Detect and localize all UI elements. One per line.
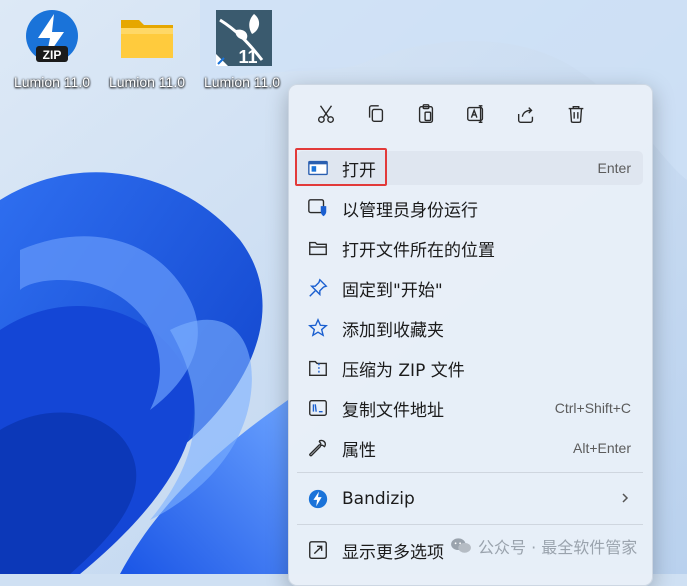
copy-icon (368, 105, 384, 123)
menu-item-shortcut: Alt+Enter (573, 440, 631, 456)
paste-icon (418, 104, 434, 123)
watermark: 公众号 · 最全软件管家 (450, 534, 637, 558)
menu-item-open-file-location[interactable]: 打开文件所在的位置 (297, 231, 643, 265)
cut-button[interactable] (301, 99, 351, 129)
menu-item-label: 打开文件所在的位置 (342, 240, 495, 261)
more-options-icon (306, 538, 330, 562)
wrench-icon (306, 436, 330, 460)
menu-item-label: 复制文件地址 (342, 400, 444, 421)
zip-badge-text: ZIP (43, 48, 62, 62)
desktop-icon-lumion-folder[interactable]: Lumion 11.0 (99, 8, 195, 90)
menu-separator (297, 472, 643, 473)
rename-icon (467, 105, 484, 123)
menu-item-label: 以管理员身份运行 (342, 200, 478, 221)
menu-item-add-to-favorites[interactable]: 添加到收藏夹 (297, 311, 643, 345)
copy-button[interactable] (351, 99, 401, 129)
desktop-icon-lumion-app[interactable]: 11 Lumion 11.0 (194, 8, 290, 90)
menu-item-pin-to-start[interactable]: 固定到"开始" (297, 271, 643, 305)
menu-item-copy-as-path[interactable]: 复制文件地址 Ctrl+Shift+C (297, 391, 643, 425)
menu-item-label: 添加到收藏夹 (342, 320, 444, 341)
share-icon (517, 107, 534, 123)
watermark-text: 公众号 · 最全软件管家 (478, 538, 638, 557)
delete-icon (568, 105, 584, 123)
lumion-badge-text: 11 (238, 47, 257, 67)
menu-item-bandizip[interactable]: Bandizip (297, 482, 643, 516)
lumion-app-icon: 11 (214, 8, 272, 68)
highlight-box-open (295, 148, 387, 186)
delete-button[interactable] (551, 99, 601, 129)
menu-separator (297, 524, 643, 525)
wechat-icon (451, 538, 471, 553)
run-as-admin-shield-icon (306, 196, 330, 220)
paste-button[interactable] (401, 99, 451, 129)
zip-folder-icon (306, 356, 330, 380)
folder-icon (119, 8, 175, 68)
cut-icon (317, 105, 335, 123)
desktop-icon-lumion-zip[interactable]: ZIP Lumion 11.0 (4, 8, 100, 90)
zip-archive-icon: ZIP (24, 8, 80, 68)
share-button[interactable] (501, 99, 551, 129)
star-icon (306, 316, 330, 340)
menu-item-shortcut: Enter (597, 160, 631, 176)
menu-item-label: 属性 (342, 440, 376, 461)
desktop-icon-label: Lumion 11.0 (108, 74, 185, 90)
copy-path-icon (306, 396, 330, 420)
menu-item-label: Bandizip (342, 489, 415, 509)
bandizip-icon (306, 487, 330, 511)
menu-item-label: 固定到"开始" (342, 280, 443, 301)
menu-item-compress-zip[interactable]: 压缩为 ZIP 文件 (297, 351, 643, 385)
desktop-icon-label: Lumion 11.0 (13, 74, 90, 90)
folder-outline-icon (306, 236, 330, 260)
context-menu-toolbar (301, 99, 601, 129)
menu-item-run-as-admin[interactable]: 以管理员身份运行 (297, 191, 643, 225)
menu-item-shortcut: Ctrl+Shift+C (554, 400, 631, 416)
rename-button[interactable] (451, 99, 501, 129)
menu-item-label: 压缩为 ZIP 文件 (342, 360, 465, 381)
chevron-right-icon (619, 491, 631, 507)
pin-icon (306, 276, 330, 300)
menu-item-properties[interactable]: 属性 Alt+Enter (297, 431, 643, 465)
desktop-icon-label: Lumion 11.0 (203, 74, 280, 90)
